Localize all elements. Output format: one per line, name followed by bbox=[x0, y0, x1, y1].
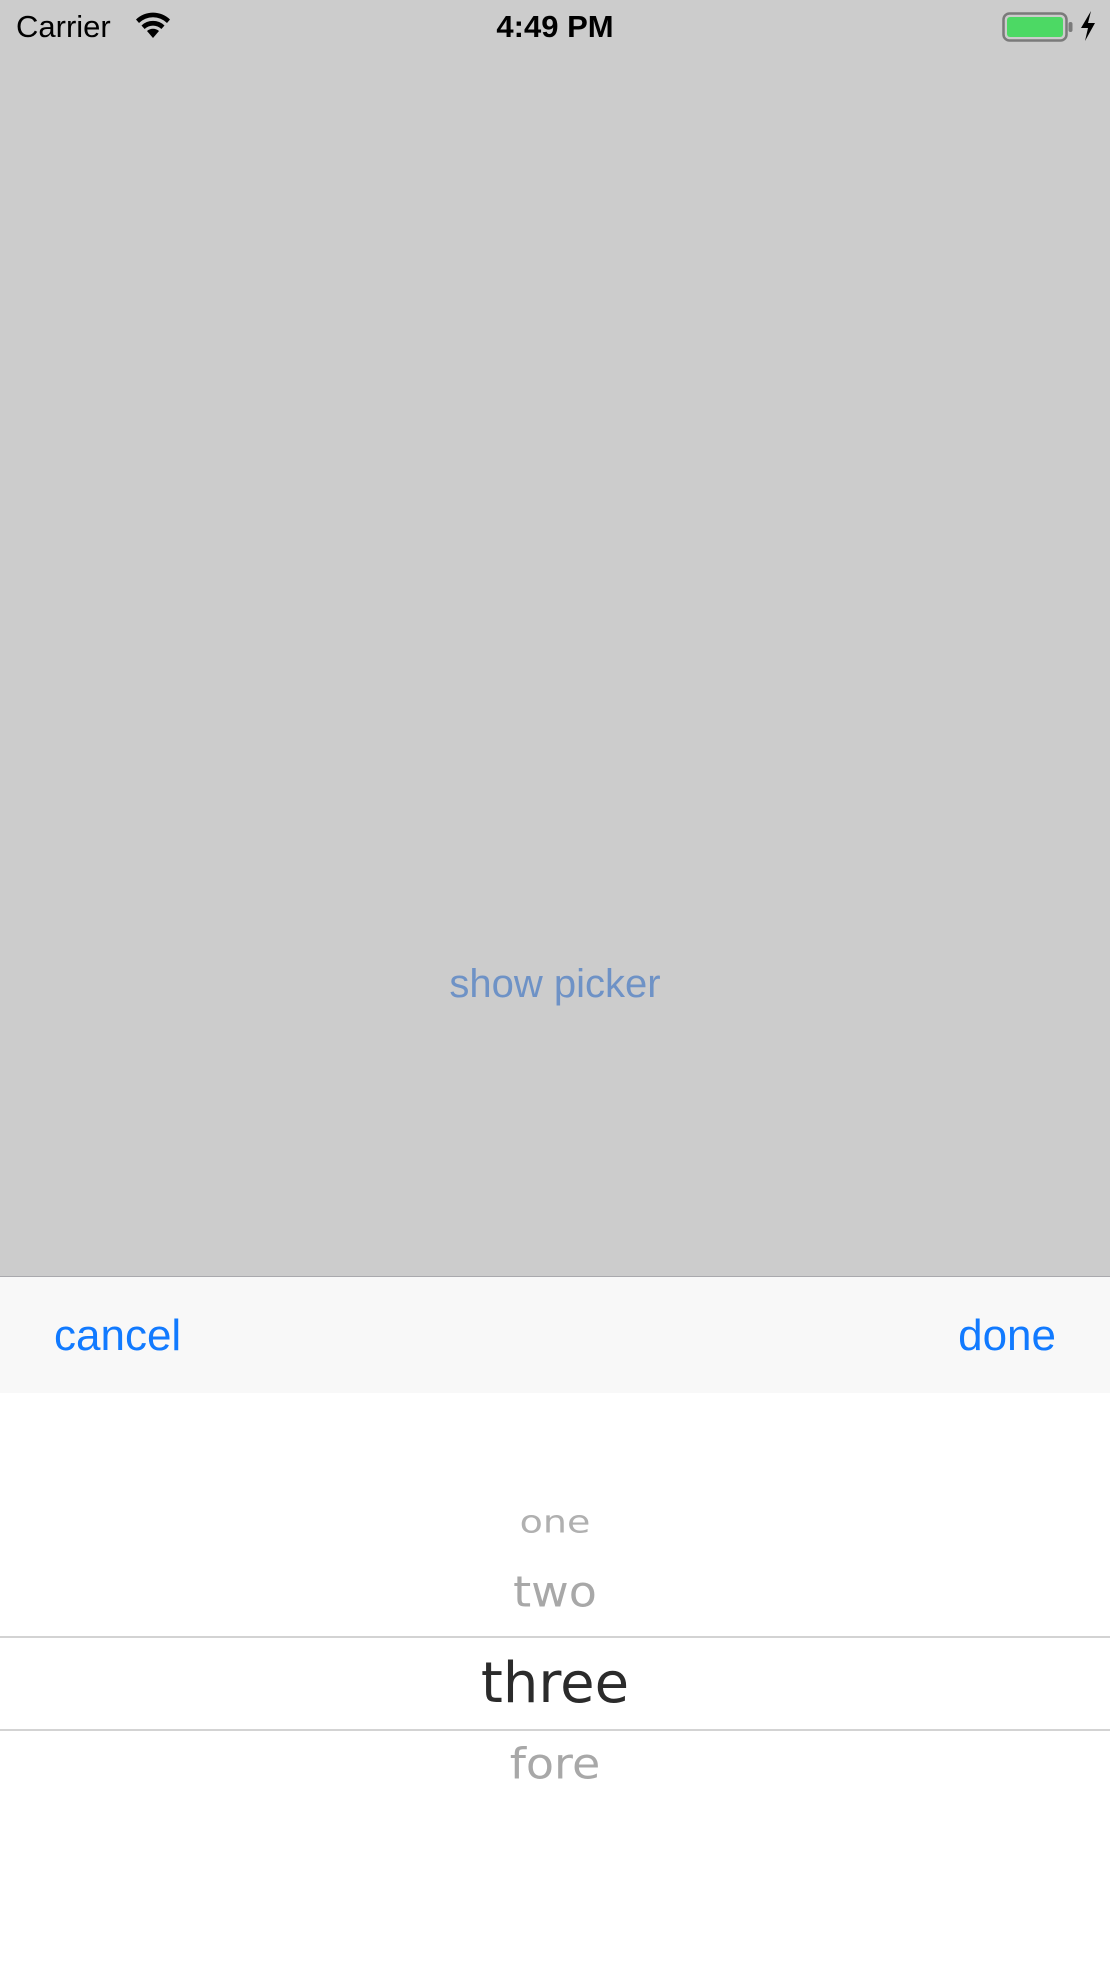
picker-wheel[interactable]: one two three fore bbox=[0, 1393, 1110, 1974]
done-button[interactable]: done bbox=[958, 1311, 1056, 1361]
picker-toolbar: cancel done bbox=[0, 1276, 1110, 1393]
selection-indicator-top bbox=[0, 1636, 1110, 1638]
cancel-button[interactable]: cancel bbox=[54, 1311, 181, 1361]
status-time: 4:49 PM bbox=[496, 9, 614, 44]
picker-row[interactable]: fore bbox=[0, 1739, 1110, 1789]
picker-row[interactable]: two bbox=[0, 1567, 1110, 1617]
battery-icon bbox=[1002, 12, 1073, 42]
status-bar: Carrier 4:49 PM bbox=[0, 0, 1110, 56]
screen: Carrier 4:49 PM show picker cancel done … bbox=[0, 0, 1110, 1974]
show-picker-button[interactable]: show picker bbox=[0, 962, 1110, 1007]
charging-icon bbox=[1081, 11, 1095, 41]
picker-row[interactable]: one bbox=[0, 1504, 1110, 1540]
selection-indicator-bottom bbox=[0, 1729, 1110, 1731]
picker-row-selected[interactable]: three bbox=[0, 1651, 1110, 1716]
dimmed-background[interactable]: Carrier 4:49 PM show picker bbox=[0, 0, 1110, 1276]
